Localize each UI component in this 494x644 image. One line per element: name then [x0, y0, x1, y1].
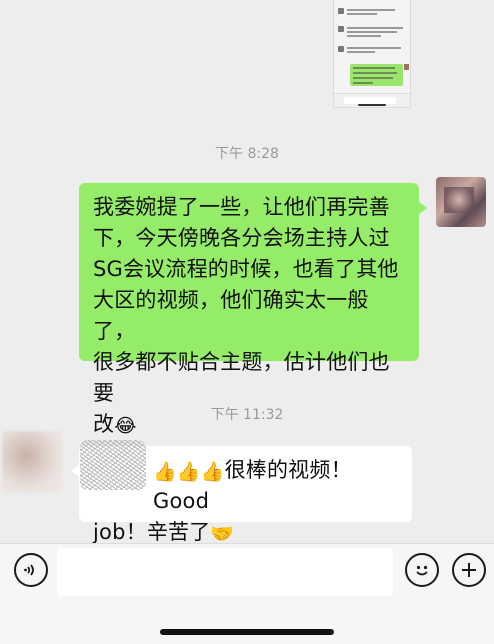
thumb-avatar [404, 64, 409, 70]
redaction-scribble [80, 440, 146, 490]
thumb-row [338, 8, 406, 17]
more-button[interactable] [452, 553, 486, 587]
outgoing-message-bubble[interactable]: 我委婉提了一些，让他们再完善 下，今天傍晚各分会场主持人过 SG会议流程的时候，… [79, 183, 427, 436]
my-avatar[interactable] [436, 177, 486, 227]
thumb-green-bubble [350, 64, 403, 86]
message-line: 下，今天傍晚各分会场主持人过 [93, 226, 390, 250]
home-indicator [160, 629, 334, 635]
message-line: 我委婉提了一些，让他们再完善 [93, 195, 390, 219]
message-input[interactable] [57, 548, 393, 596]
timestamp: 下午 11:32 [210, 407, 284, 423]
forwarded-screenshot-thumbnail[interactable] [333, 0, 411, 108]
message-line: 很多都不贴合主题，估计他们也要 [93, 350, 390, 405]
thumb-input-bar [334, 93, 410, 107]
message-text: job！辛苦了 [93, 520, 211, 544]
message-line: SG会议流程的时候，也看了其他 [93, 257, 399, 281]
plus-icon [462, 563, 476, 577]
contact-avatar[interactable] [2, 431, 62, 493]
smiley-icon [416, 565, 428, 576]
thumb-row [338, 26, 406, 37]
emoji-button[interactable] [405, 553, 439, 587]
thumb-row [338, 46, 406, 55]
thumbs-up-emoji-icon: 👍👍👍 [153, 461, 225, 483]
handshake-emoji-icon: 🤝 [210, 523, 235, 545]
voice-icon [24, 564, 34, 576]
voice-button[interactable] [14, 553, 48, 587]
message-line: 大区的视频，他们确实太一般了， [93, 288, 369, 343]
timestamp: 下午 8:28 [215, 146, 279, 162]
